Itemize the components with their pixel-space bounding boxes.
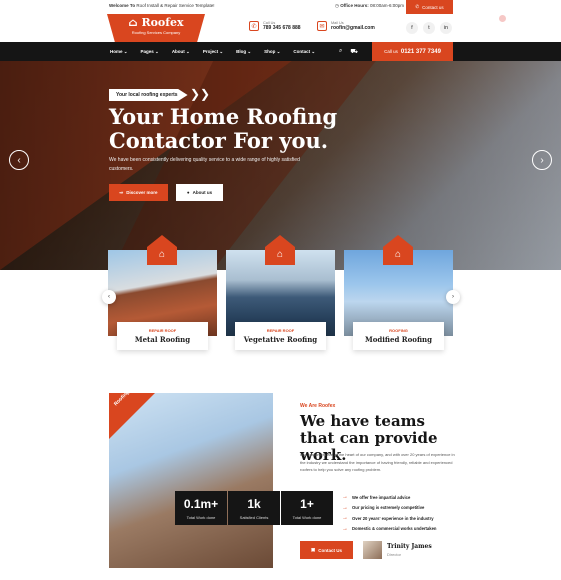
- nav-contact[interactable]: Contact ⌄: [293, 49, 315, 55]
- list-item: → We offer free impartial advice: [342, 494, 411, 501]
- stat-box: 1+ Total Work done: [281, 491, 333, 525]
- contact-us-button[interactable]: ▣ Contact Us: [300, 541, 353, 559]
- feature-list: → We offer free impartial advice → Our pri…: [342, 492, 436, 534]
- nav-shop[interactable]: Shop ⌄: [264, 49, 280, 55]
- list-item: → Over 20 years' experience in the indust…: [342, 515, 434, 522]
- service-card[interactable]: ⌂ ROOFING Modified Roofing: [344, 235, 453, 350]
- person-role: Director: [387, 552, 402, 557]
- avatar: [363, 541, 382, 559]
- mail-icon: ✉: [317, 21, 327, 31]
- nav-home[interactable]: Home ⌄: [110, 49, 128, 55]
- service-card[interactable]: ⌂ REPAIR ROOF Metal Roofing: [108, 235, 217, 350]
- call-info[interactable]: ✆ Call Us 789 345 678 888: [249, 21, 301, 31]
- hero-next-button[interactable]: ›: [532, 150, 552, 170]
- person-name: Trinity James: [387, 543, 432, 550]
- list-item: → Our pricing is extremely competitive: [342, 504, 425, 511]
- social-links: f t in: [406, 22, 452, 34]
- phone-icon: ✆: [415, 4, 420, 9]
- double-chevron-icon: ❯❯: [190, 87, 211, 101]
- hero-title: Your Home Roofing Contactor For you.: [109, 104, 338, 153]
- arrow-icon: →: [342, 494, 348, 501]
- nav-project[interactable]: Project ⌄: [203, 49, 223, 55]
- about-us-button[interactable]: ● About us: [176, 184, 223, 201]
- nav-pages[interactable]: Pages ⌄: [141, 49, 159, 55]
- chat-icon: ▣: [310, 547, 316, 552]
- cards-prev-button[interactable]: ‹: [102, 290, 116, 304]
- about-kicker: We Are Roofex: [300, 403, 336, 409]
- linkedin-icon[interactable]: in: [440, 22, 452, 34]
- arrow-icon: →: [342, 525, 348, 532]
- logo[interactable]: ⌂ Roofex Roofing Services Company: [107, 14, 205, 42]
- chevron-left-icon: ‹: [108, 294, 110, 300]
- nav-blog[interactable]: Blog ⌄: [236, 49, 251, 55]
- arrow-icon: ⇨: [119, 189, 124, 195]
- house-icon: ⌂: [128, 16, 138, 29]
- facebook-icon[interactable]: f: [406, 22, 418, 34]
- top-bar: Welcome To Roof Install & Repair Service…: [0, 0, 561, 14]
- twitter-icon[interactable]: t: [423, 22, 435, 34]
- service-card[interactable]: ⌂ REPAIR ROOF Vegetative Roofing: [226, 235, 335, 350]
- top-contact-button[interactable]: ✆ Contact us: [406, 0, 453, 14]
- welcome-text: Welcome To Roof Install & Repair Service…: [109, 3, 215, 8]
- chevron-right-icon: ›: [452, 294, 454, 300]
- hero-badge: Your local roofing experts: [109, 89, 188, 101]
- office-hours: ◷ Office Hours: 08:00am-6:00pm: [335, 3, 404, 8]
- arrow-icon: →: [342, 504, 348, 511]
- mail-info[interactable]: ✉ Mail Us roofin@gmail.com: [317, 21, 375, 31]
- cart-icon[interactable]: ⛟: [350, 48, 358, 56]
- decorative-dot: [499, 15, 506, 22]
- arrow-icon: →: [342, 515, 348, 522]
- about-description: Our customers are at the heart of our co…: [300, 452, 455, 472]
- discover-more-button[interactable]: ⇨ Discover more: [109, 184, 168, 201]
- chevron-right-icon: ›: [540, 154, 544, 166]
- main-nav: Home ⌄ Pages ⌄ About ⌄ Project ⌄ Blog ⌄ …: [0, 42, 561, 61]
- about-image: Roofing Experts: [109, 393, 273, 568]
- hero-prev-button[interactable]: ‹: [9, 150, 29, 170]
- user-icon: ●: [186, 190, 190, 195]
- cards-next-button[interactable]: ›: [446, 290, 460, 304]
- call-button[interactable]: Call us 0121 377 7349: [372, 42, 453, 61]
- nav-about[interactable]: About ⌄: [172, 49, 190, 55]
- chevron-left-icon: ‹: [17, 154, 21, 166]
- logo-tagline: Roofing Services Company: [131, 30, 181, 35]
- person-card: Trinity James Director: [363, 541, 432, 559]
- logo-name: ⌂ Roofex: [128, 16, 184, 29]
- phone-icon: ✆: [249, 21, 259, 31]
- stat-box: 1k Satisfied Clients: [228, 491, 280, 525]
- search-icon[interactable]: ⌕: [339, 48, 342, 56]
- stat-box: 0.1m+ Total Work done: [175, 491, 227, 525]
- list-item: → Domestic & commercial works undertaken: [342, 525, 437, 532]
- hero-description: We have been consistently delivering qua…: [109, 157, 300, 172]
